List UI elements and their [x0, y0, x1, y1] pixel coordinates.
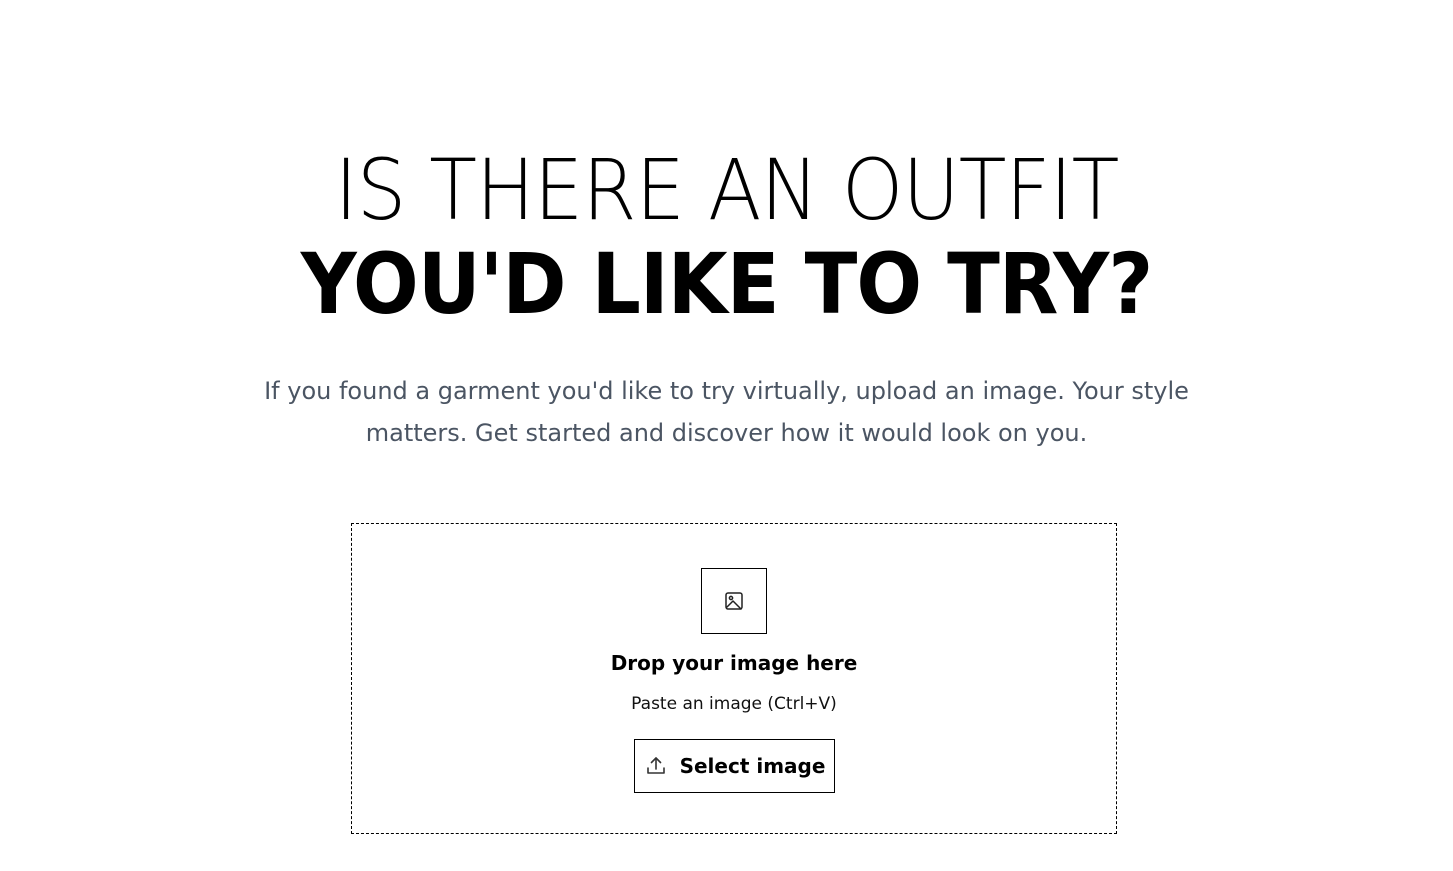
- subtitle-line-1: If you found a garment you'd like to try…: [264, 377, 1189, 405]
- select-image-button[interactable]: Select image: [634, 739, 835, 793]
- image-icon-frame: [701, 568, 767, 634]
- headline-light: IS THERE AN OUTFIT: [334, 141, 1120, 239]
- image-dropzone[interactable]: Drop your image here Paste an image (Ctr…: [351, 523, 1117, 834]
- drop-title: Drop your image here: [610, 651, 858, 675]
- headline-bold: YOU'D LIKE TO TRY?: [300, 235, 1153, 333]
- image-icon: [723, 590, 745, 612]
- paste-hint: Paste an image (Ctrl+V): [631, 694, 837, 714]
- upload-icon: [644, 754, 668, 778]
- select-image-label: Select image: [679, 754, 826, 778]
- hero-subtitle: If you found a garment you'd like to try…: [250, 370, 1203, 454]
- subtitle-line-2: matters. Get started and discover how it…: [365, 419, 1088, 447]
